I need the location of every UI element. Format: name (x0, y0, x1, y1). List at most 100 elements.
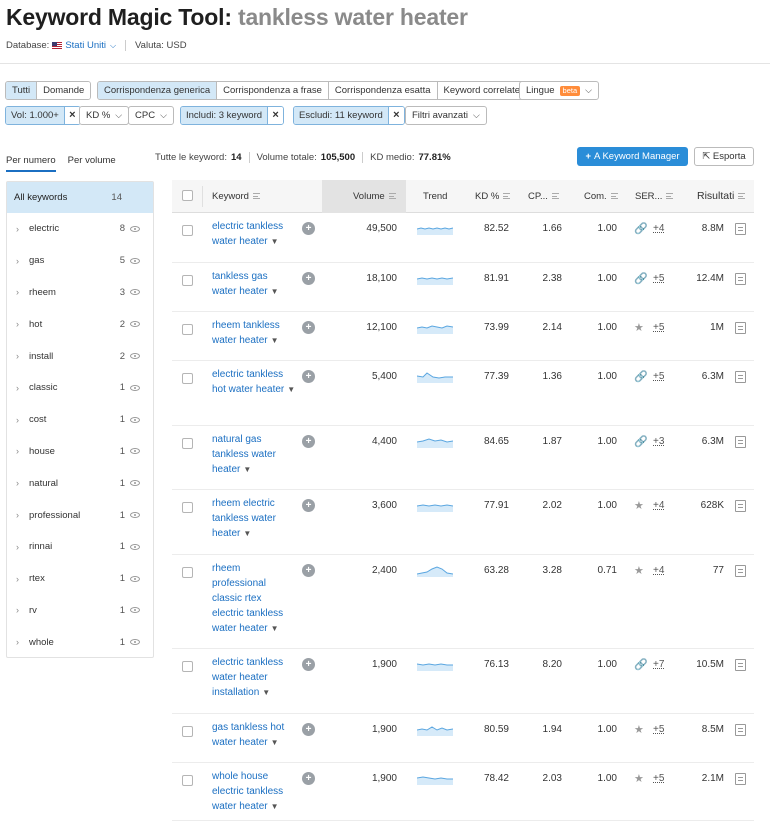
serp-features-link[interactable]: +5 (653, 371, 664, 382)
keyword-link[interactable]: whole house electric tankless water heat… (212, 769, 288, 814)
add-keyword-icon[interactable]: + (302, 321, 315, 334)
chevron-right-icon[interactable]: › (16, 415, 29, 425)
add-keyword-icon[interactable]: + (302, 564, 315, 577)
sidebar-item-rv[interactable]: › rv 1 (7, 595, 153, 627)
row-checkbox[interactable] (182, 324, 193, 335)
chevron-right-icon[interactable]: › (16, 478, 29, 488)
close-icon[interactable]: × (63, 107, 80, 124)
chevron-right-icon[interactable]: › (16, 256, 29, 266)
serp-features-link[interactable]: +5 (653, 322, 664, 333)
tab-related[interactable]: Keyword correlate (437, 82, 527, 99)
eye-icon[interactable] (130, 575, 140, 582)
cpc-dropdown[interactable]: CPC ⌵ (128, 106, 174, 125)
row-checkbox[interactable] (182, 726, 193, 737)
eye-icon[interactable] (130, 384, 140, 391)
eye-icon[interactable] (130, 257, 140, 264)
caret-down-icon[interactable]: ▼ (271, 336, 279, 345)
eye-icon[interactable] (130, 543, 140, 550)
serp-snapshot-icon[interactable] (735, 436, 746, 448)
tab-questions[interactable]: Domande (37, 82, 91, 99)
serp-snapshot-icon[interactable] (735, 500, 746, 512)
select-all-checkbox[interactable] (182, 190, 193, 201)
serp-features-link[interactable]: +5 (653, 273, 664, 284)
add-keyword-icon[interactable]: + (302, 772, 315, 785)
add-keyword-icon[interactable]: + (302, 723, 315, 736)
tab-by-number[interactable]: Per numero (6, 155, 56, 172)
serp-features-link[interactable]: +5 (653, 773, 664, 784)
column-results[interactable]: Risultati (697, 180, 746, 213)
kd-dropdown[interactable]: KD % ⌵ (79, 106, 130, 125)
row-checkbox[interactable] (182, 438, 193, 449)
chevron-down-icon[interactable]: ⌵ (110, 41, 116, 51)
languages-dropdown[interactable]: Lingue beta ⌵ (519, 81, 599, 100)
serp-snapshot-icon[interactable] (735, 659, 746, 671)
tab-by-volume[interactable]: Per volume (68, 155, 116, 172)
caret-down-icon[interactable]: ▼ (271, 738, 279, 747)
caret-down-icon[interactable]: ▼ (271, 802, 279, 811)
add-to-keyword-manager-button[interactable]: + A Keyword Manager (577, 147, 688, 166)
serp-snapshot-icon[interactable] (735, 322, 746, 334)
serp-features-link[interactable]: +4 (653, 565, 664, 576)
keyword-link[interactable]: electric tankless hot water heater ▼ (212, 367, 296, 397)
chevron-right-icon[interactable]: › (16, 224, 29, 234)
serp-snapshot-icon[interactable] (735, 371, 746, 383)
column-kd[interactable]: KD % (475, 180, 511, 213)
include-filter[interactable]: Includi: 3 keyword × (180, 106, 285, 125)
row-checkbox[interactable] (182, 275, 193, 286)
caret-down-icon[interactable]: ▼ (271, 237, 279, 246)
caret-down-icon[interactable]: ▼ (271, 624, 279, 633)
exclude-filter[interactable]: Escludi: 11 keyword × (293, 106, 405, 125)
column-cpc[interactable]: CP... (528, 180, 559, 213)
caret-down-icon[interactable]: ▼ (271, 287, 279, 296)
exclude-filter-label[interactable]: Escludi: 11 keyword (294, 107, 388, 124)
keyword-link[interactable]: electric tankless water heater ▼ (212, 219, 296, 249)
column-competition[interactable]: Com. (584, 180, 618, 213)
sidebar-item-house[interactable]: › house 1 (7, 436, 153, 468)
row-checkbox[interactable] (182, 225, 193, 236)
add-keyword-icon[interactable]: + (302, 435, 315, 448)
keyword-link[interactable]: electric tankless water heater installat… (212, 655, 294, 700)
row-checkbox[interactable] (182, 567, 193, 578)
serp-features-link[interactable]: +4 (653, 500, 664, 511)
caret-down-icon[interactable]: ▼ (262, 688, 270, 697)
volume-filter-label[interactable]: Vol: 1.000+ (6, 107, 64, 124)
include-filter-label[interactable]: Includi: 3 keyword (181, 107, 268, 124)
chevron-right-icon[interactable]: › (16, 510, 29, 520)
add-keyword-icon[interactable]: + (302, 272, 315, 285)
caret-down-icon[interactable]: ▼ (243, 465, 251, 474)
tab-all[interactable]: Tutti (6, 82, 38, 99)
add-keyword-icon[interactable]: + (302, 658, 315, 671)
database-selector[interactable]: Stati Uniti (65, 40, 106, 51)
keyword-link[interactable]: rheem tankless water heater ▼ (212, 318, 292, 348)
close-icon[interactable]: × (267, 107, 284, 124)
chevron-right-icon[interactable]: › (16, 383, 29, 393)
close-icon[interactable]: × (387, 107, 404, 124)
sidebar-item-rheem[interactable]: › rheem 3 (7, 277, 153, 309)
row-checkbox[interactable] (182, 373, 193, 384)
tab-exact-match[interactable]: Corrispondenza esatta (328, 82, 438, 99)
keyword-link[interactable]: tankless gas water heater ▼ (212, 269, 280, 299)
column-keyword[interactable]: Keyword (212, 180, 260, 213)
sidebar-item-professional[interactable]: › professional 1 (7, 499, 153, 531)
serp-snapshot-icon[interactable] (735, 273, 746, 285)
row-checkbox[interactable] (182, 775, 193, 786)
chevron-right-icon[interactable]: › (16, 446, 29, 456)
export-button[interactable]: ⇱ Esporta (694, 147, 754, 166)
sidebar-item-rtex[interactable]: › rtex 1 (7, 563, 153, 595)
serp-snapshot-icon[interactable] (735, 223, 746, 235)
row-checkbox[interactable] (182, 661, 193, 672)
sidebar-item-gas[interactable]: › gas 5 (7, 245, 153, 277)
caret-down-icon[interactable]: ▼ (287, 385, 295, 394)
sidebar-item-natural[interactable]: › natural 1 (7, 467, 153, 499)
caret-down-icon[interactable]: ▼ (243, 529, 251, 538)
sidebar-item-hot[interactable]: › hot 2 (7, 308, 153, 340)
tab-phrase-match[interactable]: Corrispondenza a frase (217, 82, 329, 99)
keyword-link[interactable]: natural gas tankless water heater ▼ (212, 432, 284, 477)
chevron-right-icon[interactable]: › (16, 637, 29, 647)
chevron-right-icon[interactable]: › (16, 574, 29, 584)
serp-snapshot-icon[interactable] (735, 724, 746, 736)
serp-features-link[interactable]: +5 (653, 724, 664, 735)
column-volume[interactable]: Volume (322, 180, 406, 213)
keyword-link[interactable]: rheem electric tankless water heater ▼ (212, 496, 288, 541)
keyword-link[interactable]: rheem professional classic rtex electric… (212, 561, 292, 636)
